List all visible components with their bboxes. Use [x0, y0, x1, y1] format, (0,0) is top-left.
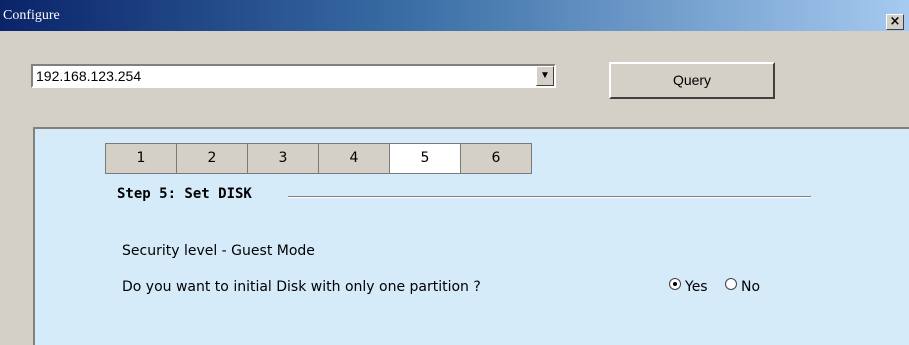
title-bar: Configure × [0, 0, 909, 31]
step-title: Step 5: Set DISK [117, 186, 252, 202]
tab-step-1[interactable]: 1 [105, 143, 177, 174]
tab-step-6[interactable]: 6 [460, 143, 532, 174]
security-level-text: Security level - Guest Mode [122, 243, 315, 259]
wizard-panel: 1 2 3 4 5 6 Step 5: Set DISK Security le… [33, 127, 909, 345]
dropdown-arrow-icon[interactable]: ▼ [536, 66, 554, 86]
radio-yes-label[interactable]: Yes [685, 279, 708, 295]
ip-address-combobox[interactable]: 192.168.123.254 ▼ [31, 64, 556, 88]
tab-step-2[interactable]: 2 [176, 143, 248, 174]
step-tabs: 1 2 3 4 5 6 [105, 143, 532, 174]
window-title: Configure [3, 8, 60, 23]
partition-question: Do you want to initial Disk with only on… [122, 279, 481, 295]
tab-step-3[interactable]: 3 [247, 143, 319, 174]
close-button[interactable]: × [886, 14, 904, 30]
radio-no-label[interactable]: No [741, 279, 760, 295]
step-header: Step 5: Set DISK [117, 184, 811, 204]
tab-step-4[interactable]: 4 [318, 143, 390, 174]
tab-step-5[interactable]: 5 [389, 143, 461, 174]
query-button[interactable]: Query [609, 62, 775, 99]
group-divider [288, 196, 811, 198]
radio-no[interactable] [725, 278, 737, 290]
ip-address-value: 192.168.123.254 [36, 68, 142, 84]
radio-yes[interactable] [669, 278, 681, 290]
